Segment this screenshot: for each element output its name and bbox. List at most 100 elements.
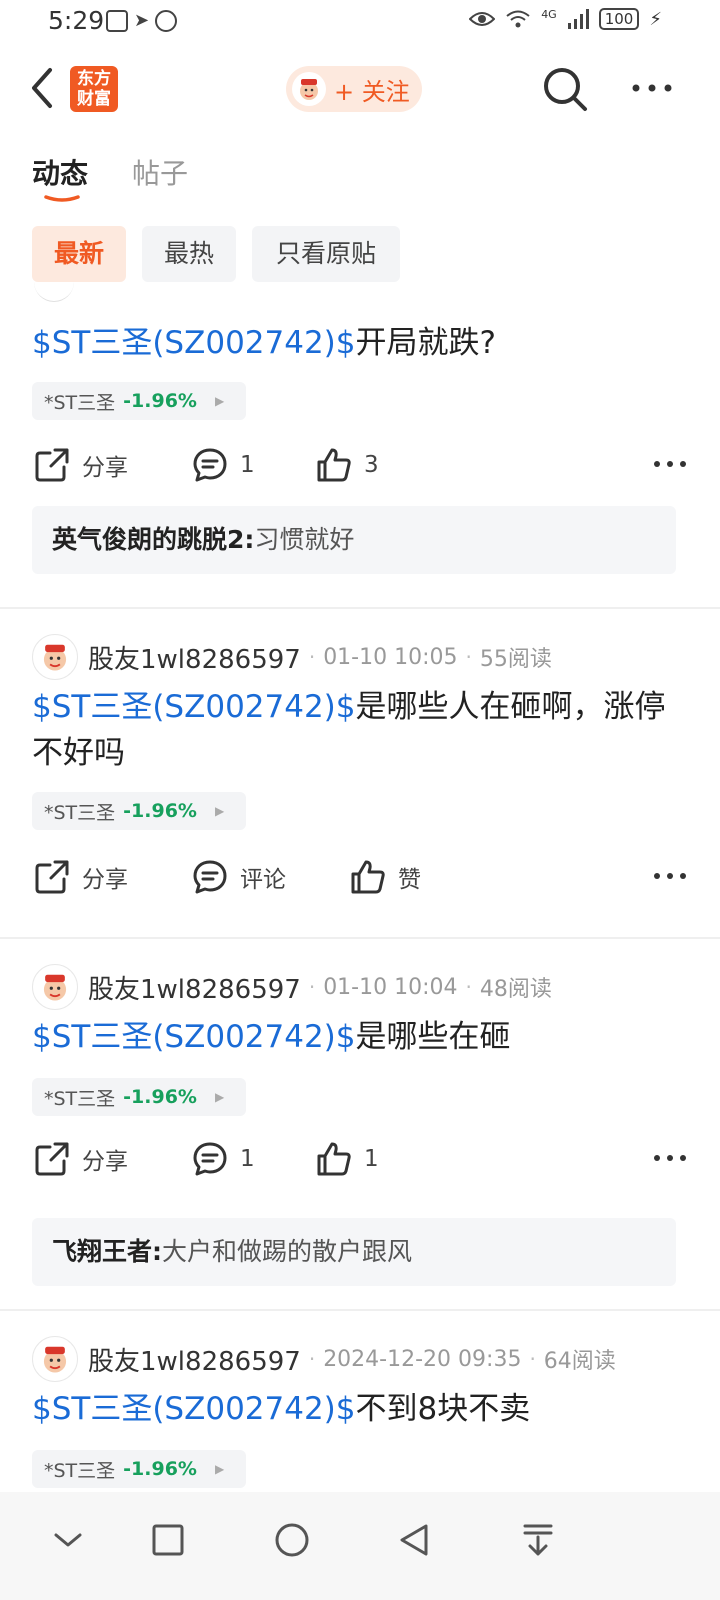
comment-icon <box>193 448 227 482</box>
post-time: 01-10 10:04 <box>323 974 458 1000</box>
search-icon[interactable] <box>542 66 588 112</box>
signal-icon <box>567 9 589 29</box>
comment-button[interactable]: 1 <box>192 1136 255 1182</box>
post-body: 不到8块不卖 <box>355 1391 531 1427</box>
comment-button[interactable]: 评论 <box>192 854 286 900</box>
network-type: 4G <box>541 7 557 21</box>
share-label: 分享 <box>82 455 128 481</box>
stock-tag[interactable]: *ST三圣 -1.96% ▶ <box>32 792 246 830</box>
comment-label: 评论 <box>240 867 286 893</box>
comment-icon <box>193 860 227 894</box>
post-body: 开局就跌? <box>355 325 496 361</box>
read-count: 48阅读 <box>479 977 552 1002</box>
share-icon <box>35 448 69 482</box>
author-name[interactable]: 股友1wl8286597 <box>88 639 301 676</box>
like-button[interactable]: 3 <box>316 442 379 488</box>
back-arrow-icon[interactable] <box>28 66 58 110</box>
meta-separator: · <box>465 975 472 999</box>
share-label: 分享 <box>82 1149 128 1175</box>
post-meta: 股友1wl8286597 · 01-10 10:05 · 55阅读 <box>32 634 552 680</box>
meta-separator: · <box>308 975 316 999</box>
system-nav-bar <box>0 1492 720 1600</box>
comment-button[interactable]: 1 <box>192 442 255 488</box>
post-card[interactable]: 股友1wl8286597 · 01-10 10:05 · 55阅读 $ST三圣(… <box>0 610 720 928</box>
stock-tag-change: -1.96% <box>123 1458 197 1480</box>
wifi-icon <box>506 10 530 28</box>
header: 东方 财富 + 关注 <box>0 46 720 130</box>
stock-link[interactable]: $ST三圣(SZ002742)$ <box>32 1019 356 1055</box>
user-avatar-icon[interactable] <box>32 634 78 680</box>
download-icon <box>523 1524 553 1556</box>
post-more-icon[interactable] <box>652 1146 688 1170</box>
post-more-icon[interactable] <box>652 452 688 476</box>
filter-latest[interactable]: 最新 <box>32 226 126 282</box>
chevron-down-icon <box>54 1533 82 1547</box>
post-text[interactable]: $ST三圣(SZ002742)$开局就跌? <box>32 320 682 366</box>
post-actions: 分享 1 1 <box>32 1136 688 1182</box>
stock-tag[interactable]: *ST三圣 -1.96% ▶ <box>32 1450 246 1488</box>
share-button[interactable]: 分享 <box>34 854 128 900</box>
stock-tag[interactable]: *ST三圣 -1.96% ▶ <box>32 382 246 420</box>
post-card[interactable]: $ST三圣(SZ002742)$开局就跌? *ST三圣 -1.96% ▶ 分享 … <box>0 290 720 596</box>
nav-back-button[interactable] <box>384 1510 444 1570</box>
app-badge-icon <box>155 10 178 32</box>
divider <box>0 937 720 939</box>
post-more-icon[interactable] <box>652 864 688 888</box>
stock-tag-change: -1.96% <box>123 1086 197 1108</box>
meta-separator: · <box>465 645 472 669</box>
like-button[interactable]: 赞 <box>350 854 421 900</box>
post-body: 是哪些在砸 <box>355 1019 511 1055</box>
tab-posts[interactable]: 帖子 <box>132 152 188 192</box>
meta-separator: · <box>308 645 316 669</box>
read-count: 64阅读 <box>543 1349 616 1374</box>
author-name[interactable]: 股友1wl8286597 <box>88 1341 301 1378</box>
post-text[interactable]: $ST三圣(SZ002742)$不到8块不卖 <box>32 1386 682 1432</box>
stock-tag[interactable]: *ST三圣 -1.96% ▶ <box>32 1078 246 1116</box>
play-arrow-icon: ▶ <box>214 1090 225 1104</box>
stock-tag-change: -1.96% <box>123 390 197 412</box>
stock-tag-name: *ST三圣 <box>44 1459 116 1482</box>
logo-line1: 东方 <box>77 69 111 89</box>
filter-bar: 最新 最热 只看原贴 <box>0 224 720 284</box>
nav-collapse-button[interactable] <box>38 1510 98 1570</box>
thumbs-up-icon <box>317 448 351 482</box>
user-avatar-icon[interactable] <box>32 964 78 1010</box>
post-text[interactable]: $ST三圣(SZ002742)$是哪些在砸 <box>32 1014 682 1060</box>
post-text[interactable]: $ST三圣(SZ002742)$是哪些人在砸啊，涨停不好吗 <box>32 684 682 776</box>
stock-link[interactable]: $ST三圣(SZ002742)$ <box>32 689 356 725</box>
thumbs-up-icon <box>317 1142 351 1176</box>
comment-preview[interactable]: 飞翔王者:大户和做踢的散户跟风 <box>32 1218 676 1286</box>
like-button[interactable]: 1 <box>316 1136 379 1182</box>
play-arrow-icon: ▶ <box>214 394 225 408</box>
charging-icon: ⚡ <box>649 8 662 30</box>
read-count: 55阅读 <box>479 647 552 672</box>
post-card[interactable]: 股友1wl8286597 · 2024-12-20 09:35 · 64阅读 $… <box>0 1312 720 1492</box>
share-button[interactable]: 分享 <box>34 442 128 488</box>
post-card[interactable]: 股友1wl8286597 · 01-10 10:04 · 48阅读 $ST三圣(… <box>0 940 720 1308</box>
content-tabs: 动态 帖子 <box>0 140 720 210</box>
divider <box>0 1309 720 1311</box>
comment-icon <box>193 1142 227 1176</box>
square-icon <box>152 1524 184 1556</box>
battery-icon: 100 <box>598 8 640 30</box>
meta-separator: · <box>308 1347 316 1371</box>
share-button[interactable]: 分享 <box>34 1136 128 1182</box>
meta-separator: · <box>529 1347 536 1371</box>
comment-preview[interactable]: 英气俊朗的跳脱2:习惯就好 <box>32 506 676 574</box>
follow-button[interactable]: + 关注 <box>286 66 422 112</box>
status-right: 4G 100 ⚡ <box>469 8 662 30</box>
user-avatar-icon[interactable] <box>32 1336 78 1382</box>
tab-dynamics[interactable]: 动态 <box>32 152 88 192</box>
nav-recents-button[interactable] <box>138 1510 198 1570</box>
more-options-icon[interactable] <box>630 76 674 100</box>
nav-home-button[interactable] <box>262 1510 322 1570</box>
comment-text: 习惯就好 <box>254 525 355 554</box>
filter-original-only[interactable]: 只看原贴 <box>252 226 400 282</box>
nav-download-button[interactable] <box>508 1510 568 1570</box>
author-name[interactable]: 股友1wl8286597 <box>88 969 301 1006</box>
post-actions: 分享 评论 赞 <box>32 854 688 900</box>
stock-link[interactable]: $ST三圣(SZ002742)$ <box>32 325 356 361</box>
filter-hot[interactable]: 最热 <box>142 226 236 282</box>
stock-link[interactable]: $ST三圣(SZ002742)$ <box>32 1391 356 1427</box>
divider <box>0 607 720 609</box>
